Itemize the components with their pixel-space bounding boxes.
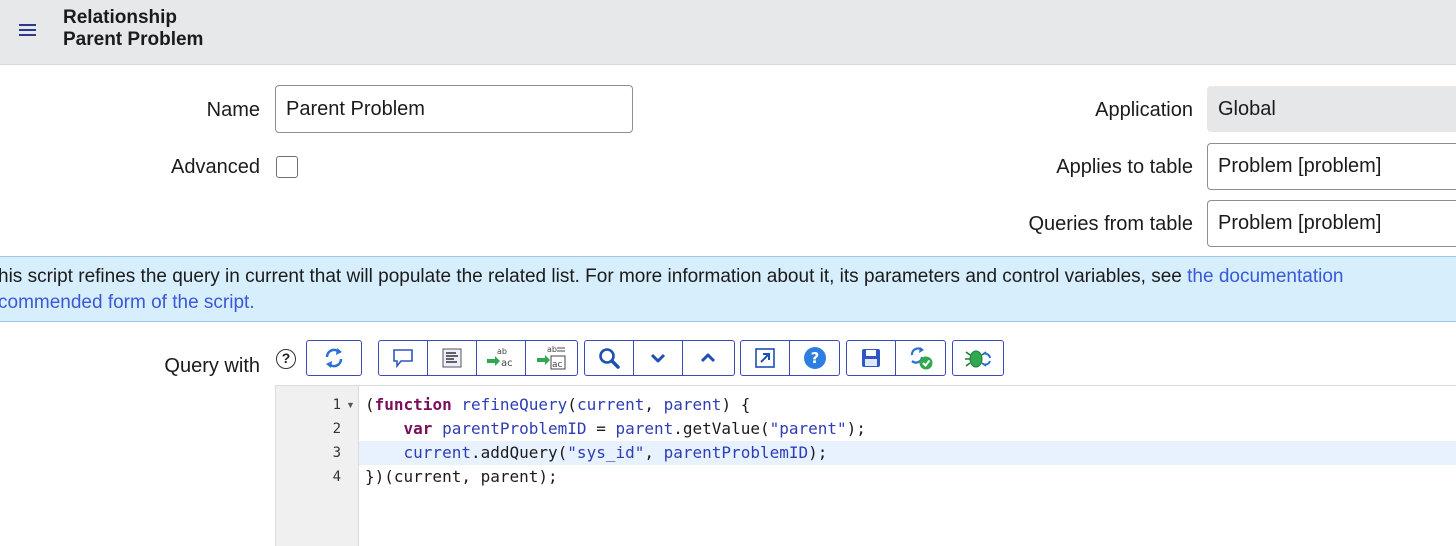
svg-text:ac: ac [552, 360, 563, 370]
code-token: ( [567, 395, 577, 414]
code-token: parentProblemID [432, 419, 587, 438]
previous-match-icon[interactable] [683, 341, 732, 375]
record-name-title: Parent Problem [63, 29, 204, 50]
code-token: })(current, parent); [365, 467, 558, 486]
toolbar-group-edit: ab ac ab ac [378, 340, 578, 376]
line-number: 3 [332, 445, 341, 461]
code-line[interactable]: current.addQuery("sys_id", parentProblem… [365, 443, 828, 462]
application-label: Application [1095, 99, 1193, 121]
code-token: parent [663, 395, 722, 414]
code-line[interactable]: (function refineQuery(current, parent) { [365, 395, 750, 414]
hamburger-menu-icon[interactable] [18, 20, 38, 40]
code-line[interactable]: var parentProblemID = parent.getValue("p… [365, 419, 866, 438]
script-editor[interactable]: 1 ▼ 2 3 4 (function refineQuery(current,… [275, 385, 1456, 546]
format-code-icon[interactable] [428, 341, 477, 375]
question-circle-icon[interactable]: ? [276, 349, 296, 369]
code-token: parent [615, 419, 674, 438]
code-token: "sys_id" [567, 443, 645, 462]
line-number-gutter: 1 ▼ 2 3 4 [276, 386, 359, 546]
queries-from-table-label: Queries from table [1028, 213, 1193, 235]
form-header: Relationship Parent Problem [0, 0, 1456, 65]
comment-icon[interactable] [379, 341, 428, 375]
code-token: , [644, 443, 664, 462]
name-field[interactable] [275, 85, 633, 133]
code-token: "parent" [769, 419, 847, 438]
application-value: Global [1207, 86, 1456, 132]
code-token: ) { [721, 395, 751, 414]
code-token: ); [808, 443, 828, 462]
code-token: .addQuery( [470, 443, 568, 462]
svg-text:?: ? [810, 349, 819, 367]
next-match-icon[interactable] [634, 341, 683, 375]
queries-from-table-field[interactable] [1207, 200, 1456, 247]
applies-to-table-field[interactable] [1207, 143, 1456, 190]
save-icon[interactable] [847, 341, 896, 375]
documentation-link[interactable]: the documentation [1187, 266, 1343, 287]
svg-text:ab: ab [547, 345, 557, 354]
svg-text:ab: ab [497, 347, 507, 356]
debug-script-icon[interactable] [953, 341, 1003, 375]
line-number: 4 [332, 469, 341, 485]
record-type-title: Relationship [63, 7, 178, 28]
fold-arrow-icon[interactable]: ▼ [346, 400, 355, 410]
toolbar-group-view: ? [740, 340, 840, 376]
help-icon[interactable]: ? [790, 341, 839, 375]
line-number: 2 [332, 421, 341, 437]
toolbar-group-debug [952, 340, 1004, 376]
replace-all-icon[interactable]: ab ac [526, 341, 575, 375]
recommended-form-link[interactable]: commended form of the script. [0, 292, 255, 313]
code-token: ( [365, 395, 375, 414]
name-label: Name [206, 99, 260, 121]
banner-line-1: his script refines the query in current … [0, 266, 1343, 288]
fullscreen-icon[interactable] [741, 341, 790, 375]
info-banner: his script refines the query in current … [0, 256, 1456, 322]
banner-line-2: commended form of the script. [0, 292, 255, 314]
svg-text:ac: ac [501, 358, 513, 369]
line-number: 1 [332, 397, 341, 413]
replace-icon[interactable]: ab ac [477, 341, 526, 375]
code-token: ); [846, 419, 866, 438]
code-token: refineQuery [451, 395, 568, 414]
applies-to-table-label: Applies to table [1056, 156, 1193, 178]
query-with-label: Query with [164, 355, 260, 377]
toolbar-group-save [846, 340, 946, 376]
code-token: current [576, 395, 645, 414]
code-line[interactable]: })(current, parent); [365, 467, 558, 486]
toolbar-group-toggle [306, 340, 362, 376]
code-token: , [644, 395, 664, 414]
code-token: = [586, 419, 616, 438]
toolbar-group-search [584, 340, 735, 376]
search-icon[interactable] [585, 341, 634, 375]
advanced-label: Advanced [171, 156, 260, 178]
code-token: var [403, 419, 433, 438]
code-token: function [374, 395, 452, 414]
code-token: current [403, 443, 471, 462]
advanced-checkbox[interactable] [276, 156, 298, 178]
validate-script-icon[interactable] [896, 341, 945, 375]
toggle-syntax-editor-icon[interactable] [307, 341, 361, 375]
code-token: parentProblemID [663, 443, 809, 462]
banner-text: his script refines the query in current … [0, 266, 1188, 287]
code-token: .getValue( [673, 419, 770, 438]
